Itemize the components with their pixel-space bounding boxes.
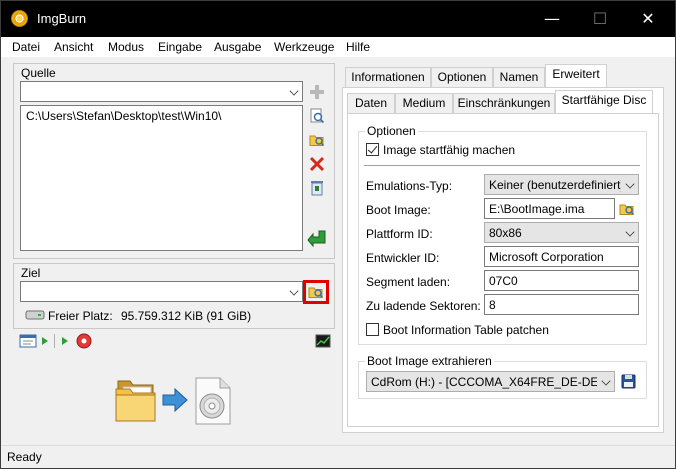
extract-drive-select[interactable]: CdRom (H:) - [CCCOMA_X64FRE_DE-DE_DV9] xyxy=(366,371,615,392)
extract-group-label: Boot Image extrahieren xyxy=(365,354,494,368)
menu-eingabe[interactable]: Eingabe xyxy=(158,40,202,54)
browse-folder-icon xyxy=(308,287,324,299)
emulation-type-label: Emulations-Typ: xyxy=(366,179,453,193)
menu-ansicht[interactable]: Ansicht xyxy=(54,40,93,54)
boot-image-label: Boot Image: xyxy=(366,203,431,217)
browse-folder-icon[interactable] xyxy=(619,201,635,217)
tab-optionen[interactable]: Optionen xyxy=(431,67,493,87)
disc-image-file-icon xyxy=(195,377,231,425)
emulation-type-select[interactable]: Keiner (benutzerdefiniert) xyxy=(484,174,639,195)
menu-werkzeuge[interactable]: Werkzeuge xyxy=(274,40,334,54)
chevron-down-icon xyxy=(601,376,611,386)
chevron-down-icon xyxy=(625,227,635,237)
close-button[interactable]: ✕ xyxy=(625,1,671,37)
imgburn-window: ImgBurn — ☐ ✕ Datei Ansicht Modus Eingab… xyxy=(0,0,676,469)
chevron-down-icon xyxy=(625,179,635,189)
sectors-to-load-value: 8 xyxy=(489,298,496,312)
tab-informationen[interactable]: Informationen xyxy=(345,67,431,87)
developer-id-label: Entwickler ID: xyxy=(366,251,440,265)
destination-label: Ziel xyxy=(21,266,41,280)
free-space-label: Freier Platz: xyxy=(48,309,113,323)
platform-id-select[interactable]: 80x86 xyxy=(484,222,639,243)
browse-folder-icon[interactable] xyxy=(309,132,325,148)
clear-list-icon[interactable] xyxy=(309,180,325,196)
tab-erweitert[interactable]: Erweitert xyxy=(545,64,607,87)
developer-id-input[interactable]: Microsoft Corporation xyxy=(484,246,639,267)
tab-daten[interactable]: Daten xyxy=(347,93,395,113)
menu-modus[interactable]: Modus xyxy=(108,40,144,54)
play-icon[interactable] xyxy=(41,336,49,346)
tab-namen[interactable]: Namen xyxy=(493,67,545,87)
patch-boot-info-label[interactable]: Boot Information Table patchen xyxy=(383,323,549,337)
source-combo[interactable] xyxy=(20,81,303,102)
emulation-type-value: Keiner (benutzerdefiniert) xyxy=(489,178,621,192)
menu-hilfe[interactable]: Hilfe xyxy=(346,40,370,54)
imgburn-app-icon xyxy=(11,10,28,27)
boot-image-value: E:\BootImage.ima xyxy=(489,202,585,216)
folder-stack-icon xyxy=(115,380,156,422)
graph-icon[interactable] xyxy=(315,334,331,348)
tab-einschraenkungen[interactable]: Einschränkungen xyxy=(453,93,555,113)
toolbar-separator xyxy=(54,334,55,348)
chevron-down-icon xyxy=(289,86,299,96)
free-space-value: 95.759.312 KiB (91 GiB) xyxy=(121,309,252,323)
maximize-button[interactable]: ☐ xyxy=(577,1,623,37)
extract-drive-value: CdRom (H:) - [CCCOMA_X64FRE_DE-DE_DV9] xyxy=(371,375,597,389)
window-title: ImgBurn xyxy=(37,11,87,26)
menu-datei[interactable]: Datei xyxy=(12,40,40,54)
sectors-to-load-input[interactable]: 8 xyxy=(484,294,639,315)
browse-file-icon[interactable] xyxy=(309,108,325,124)
add-file-icon[interactable] xyxy=(309,84,325,100)
title-bar[interactable]: ImgBurn — ☐ ✕ xyxy=(1,1,675,37)
status-bar: Ready xyxy=(1,445,675,468)
chevron-down-icon xyxy=(289,286,299,296)
minimize-button[interactable]: — xyxy=(529,1,575,37)
status-text: Ready xyxy=(7,450,42,464)
load-segment-input[interactable]: 07C0 xyxy=(484,270,639,291)
sectors-to-load-label: Zu ladende Sektoren: xyxy=(366,299,481,313)
play-icon[interactable] xyxy=(61,336,69,346)
log-window-icon[interactable] xyxy=(19,334,37,348)
save-icon[interactable] xyxy=(621,374,636,389)
source-file-item[interactable]: C:\Users\Stefan\Desktop\test\Win10\ xyxy=(26,109,221,123)
arrow-right-icon xyxy=(162,387,188,413)
destination-combo[interactable] xyxy=(20,281,303,302)
boot-image-input[interactable]: E:\BootImage.ima xyxy=(484,198,615,219)
load-segment-value: 07C0 xyxy=(489,274,518,288)
hard-drive-icon xyxy=(25,310,45,320)
browse-destination-button[interactable] xyxy=(303,280,329,304)
options-separator xyxy=(364,165,640,166)
disc-burn-icon[interactable] xyxy=(76,333,92,349)
platform-id-value: 80x86 xyxy=(489,226,522,240)
make-bootable-checkbox[interactable] xyxy=(366,143,379,156)
source-file-list[interactable]: C:\Users\Stefan\Desktop\test\Win10\ xyxy=(20,105,303,251)
platform-id-label: Plattform ID: xyxy=(366,227,433,241)
tab-startfaehige-disc[interactable]: Startfähige Disc xyxy=(555,90,653,113)
source-label: Quelle xyxy=(21,66,56,80)
menu-ausgabe[interactable]: Ausgabe xyxy=(214,40,261,54)
make-bootable-label[interactable]: Image startfähig machen xyxy=(383,143,515,157)
build-arrow-icon[interactable] xyxy=(307,229,327,247)
tab-medium[interactable]: Medium xyxy=(395,93,453,113)
load-segment-label: Segment laden: xyxy=(366,275,451,289)
developer-id-value: Microsoft Corporation xyxy=(489,250,604,264)
options-group-label: Optionen xyxy=(365,124,418,138)
patch-boot-info-checkbox[interactable] xyxy=(366,323,379,336)
menu-bar: Datei Ansicht Modus Eingabe Ausgabe Werk… xyxy=(1,37,675,57)
remove-icon[interactable] xyxy=(309,156,325,172)
